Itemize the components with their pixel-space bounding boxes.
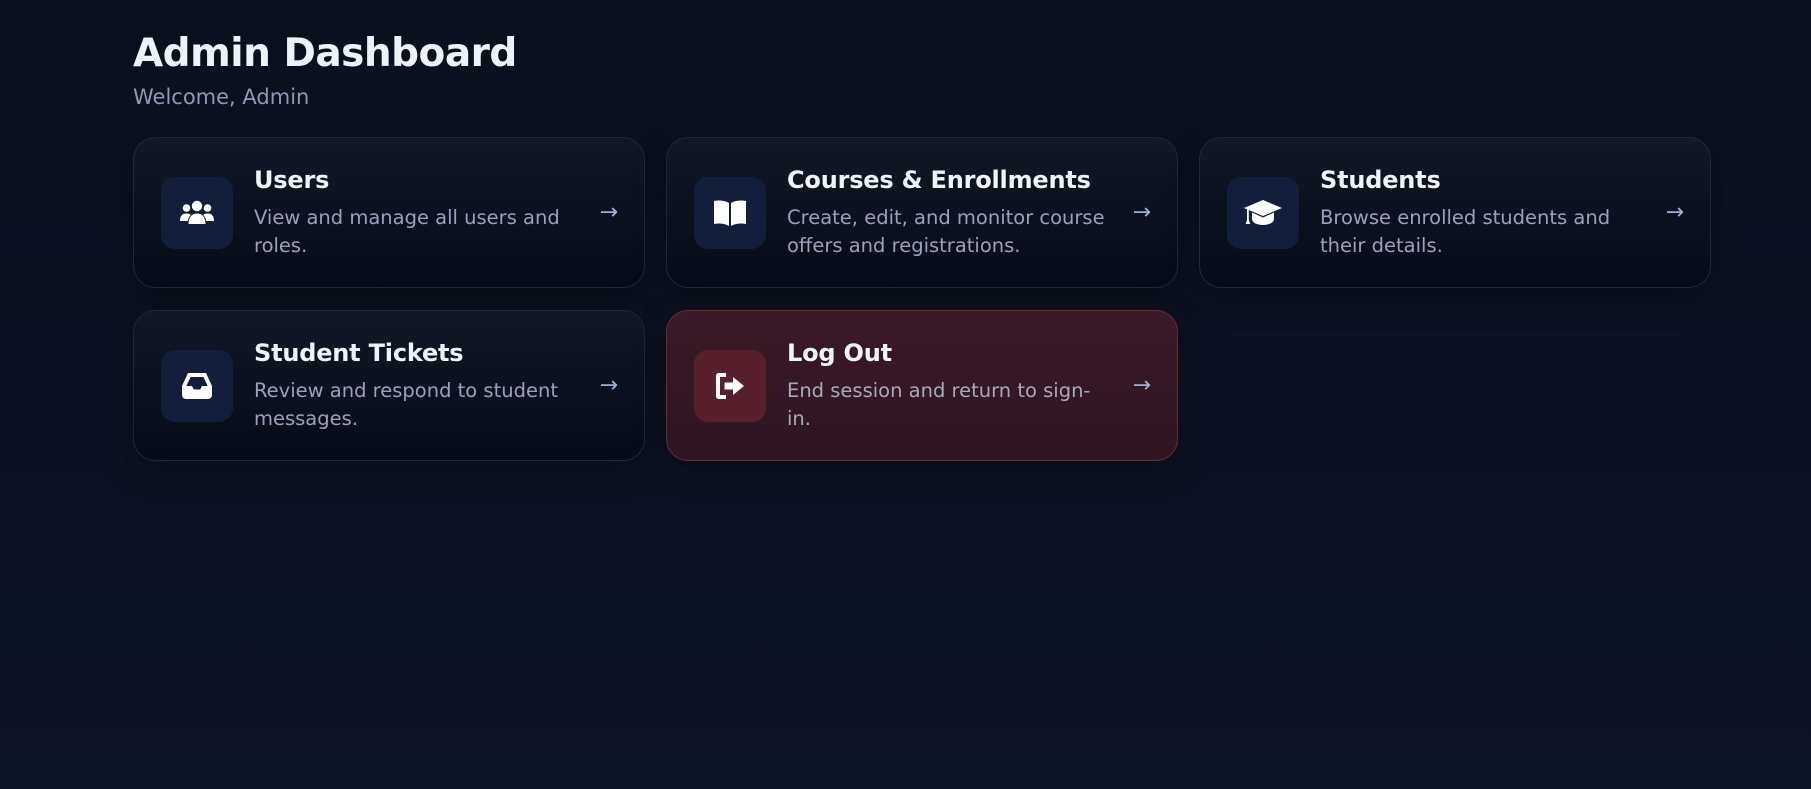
logout-card[interactable]: Log Out End session and return to sign-i… — [666, 310, 1178, 461]
arrow-right-icon: → — [599, 200, 618, 225]
users-icon-tile — [161, 176, 233, 249]
card-description: End session and return to sign-in. — [787, 379, 1091, 430]
users-card[interactable]: Users View and manage all users and role… — [133, 137, 645, 288]
arrow-right-icon: → — [599, 373, 618, 398]
arrow-right-icon: → — [1132, 373, 1151, 398]
card-title: Log Out — [787, 339, 892, 367]
students-icon-tile — [1227, 176, 1299, 249]
welcome-text: Welcome, Admin — [133, 85, 310, 109]
inbox-icon — [182, 372, 212, 399]
arrow-right-icon: → — [1665, 200, 1684, 225]
card-description: Browse enrolled students and their detai… — [1320, 206, 1611, 257]
tickets-icon-tile — [161, 349, 233, 422]
page-title: Admin Dashboard — [133, 31, 517, 76]
dashboard-page: Admin Dashboard Welcome, Admin Users Vie… — [133, 30, 1711, 461]
logout-icon-tile — [694, 349, 766, 422]
student-tickets-card[interactable]: Student Tickets Review and respond to st… — [133, 310, 645, 461]
users-card-text: Users View and manage all users and role… — [254, 165, 586, 260]
courses-enrollments-card[interactable]: Courses & Enrollments Create, edit, and … — [666, 137, 1178, 288]
students-card-text: Students Browse enrolled students and th… — [1320, 165, 1652, 260]
arrow-right-icon: → — [1132, 200, 1151, 225]
card-title: Users — [254, 166, 330, 194]
students-card[interactable]: Students Browse enrolled students and th… — [1199, 137, 1711, 288]
graduation-cap-icon — [1244, 199, 1282, 225]
courses-icon-tile — [694, 176, 766, 249]
card-description: Review and respond to student messages. — [254, 379, 558, 430]
courses-card-text: Courses & Enrollments Create, edit, and … — [787, 165, 1119, 260]
tickets-card-text: Student Tickets Review and respond to st… — [254, 338, 586, 433]
logout-card-text: Log Out End session and return to sign-i… — [787, 338, 1119, 433]
card-title: Students — [1320, 166, 1441, 194]
book-open-icon — [714, 200, 746, 226]
card-title: Courses & Enrollments — [787, 166, 1091, 194]
card-description: Create, edit, and monitor course offers … — [787, 206, 1105, 257]
users-icon — [180, 200, 214, 224]
sign-out-icon — [716, 372, 744, 399]
card-title: Student Tickets — [254, 339, 464, 367]
card-description: View and manage all users and roles. — [254, 206, 560, 257]
dashboard-card-grid: Users View and manage all users and role… — [133, 137, 1711, 461]
